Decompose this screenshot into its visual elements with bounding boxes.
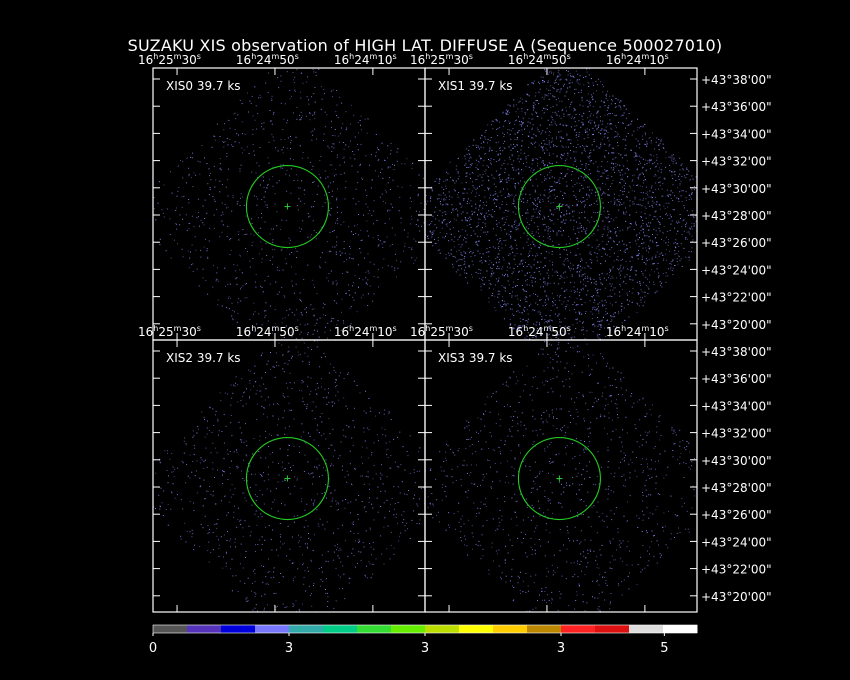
ra-tick-label: 16h25m30s <box>410 52 473 67</box>
dec-tick-label: +43°28'00" <box>701 481 772 495</box>
ra-tick-label: 16h24m10s <box>334 324 397 339</box>
colorbar-segment <box>459 625 494 633</box>
photon-field <box>425 68 698 341</box>
panel-label: XIS3 39.7 ks <box>438 351 513 365</box>
panel-label: XIS0 39.7 ks <box>166 79 241 93</box>
colorbar-segment <box>391 625 426 633</box>
ra-tick-label: 16h24m50s <box>508 52 571 67</box>
dec-tick-label: +43°30'00" <box>701 182 772 196</box>
colorbar-segment <box>153 625 188 633</box>
dec-tick-label: +43°20'00" <box>701 590 772 604</box>
colorbar-tick-label: 3 <box>421 641 429 656</box>
colorbar-segment <box>527 625 562 633</box>
panel-frame <box>152 339 426 613</box>
panel-label: XIS2 39.7 ks <box>166 351 241 365</box>
colorbar-segment <box>221 625 256 633</box>
dec-tick-label: +43°38'00" <box>701 345 772 359</box>
colorbar-segment <box>629 625 664 633</box>
dec-tick-label: +43°32'00" <box>701 427 772 441</box>
photon-field <box>427 341 698 613</box>
dec-tick-label: +43°22'00" <box>701 291 772 305</box>
photon-field <box>153 68 426 341</box>
dec-tick-label: +43°26'00" <box>701 236 772 250</box>
colorbar-tick-label: 5 <box>660 641 668 656</box>
dec-tick-label: +43°20'00" <box>701 318 772 332</box>
source-center-cross <box>556 475 563 482</box>
panel-xis1: XIS1 39.7 ks 16h25m30s 16h24m50s 16h24m10s +… <box>410 52 772 341</box>
dec-tick-label: +43°32'00" <box>701 155 772 169</box>
ra-tick-label: 16h25m30s <box>410 324 473 339</box>
dec-tick-label: +43°34'00" <box>701 399 772 413</box>
ra-tick-label: 16h24m10s <box>606 52 669 67</box>
dec-tick-label: +43°30'00" <box>701 454 772 468</box>
panel-label: XIS1 39.7 ks <box>438 79 513 93</box>
tick-marks <box>153 340 425 612</box>
dec-tick-label: +43°28'00" <box>701 209 772 223</box>
dec-tick-label: +43°38'00" <box>701 73 772 87</box>
colorbar: 0 3 3 3 5 <box>149 624 698 656</box>
photon-field <box>153 340 426 613</box>
ra-tick-label: 16h24m10s <box>334 52 397 67</box>
colorbar-segment <box>187 625 222 633</box>
colorbar-segment <box>493 625 528 633</box>
ra-tick-label: 16h25m30s <box>138 52 201 67</box>
ra-tick-label: 16h24m50s <box>236 52 299 67</box>
ra-tick-label: 16h24m50s <box>508 324 571 339</box>
source-center-cross <box>284 203 291 210</box>
panel-xis0: XIS0 39.7 ks 16h25m30s 16h24m50s 16h24m10s <box>138 52 426 341</box>
dec-tick-label: +43°24'00" <box>701 535 772 549</box>
ra-tick-label: 16h24m50s <box>236 324 299 339</box>
colorbar-segment <box>323 625 358 633</box>
dec-tick-label: +43°24'00" <box>701 263 772 277</box>
dec-tick-label: +43°36'00" <box>701 372 772 386</box>
panel-xis2: XIS2 39.7 ks 16h25m30s 16h24m50s 16h24m10s <box>138 324 426 613</box>
panel-xis3: XIS3 39.7 ks 16h25m30s 16h24m50s 16h24m10s +… <box>410 324 772 613</box>
panel-frame <box>152 67 426 341</box>
dec-tick-label: +43°26'00" <box>701 508 772 522</box>
colorbar-segment <box>595 625 630 633</box>
colorbar-tick-label: 3 <box>557 641 565 656</box>
colorbar-segment <box>561 625 596 633</box>
colorbar-segment <box>663 625 698 633</box>
dec-tick-label: +43°22'00" <box>701 563 772 577</box>
dec-tick-label: +43°36'00" <box>701 100 772 114</box>
ra-tick-label: 16h24m10s <box>606 324 669 339</box>
colorbar-segment <box>289 625 324 633</box>
colorbar-segment <box>425 625 460 633</box>
xis-image-figure: XIS0 39.7 ks16h25m30s 16h24m50s 16h24m10s … <box>138 52 772 656</box>
tick-marks <box>153 68 425 340</box>
colorbar-tick-label: 0 <box>149 641 157 656</box>
colorbar-segment <box>255 625 290 633</box>
colorbar-tick-label: 3 <box>285 641 293 656</box>
ra-tick-label: 16h25m30s <box>138 324 201 339</box>
colorbar-segment <box>357 625 392 633</box>
dec-tick-label: +43°34'00" <box>701 127 772 141</box>
